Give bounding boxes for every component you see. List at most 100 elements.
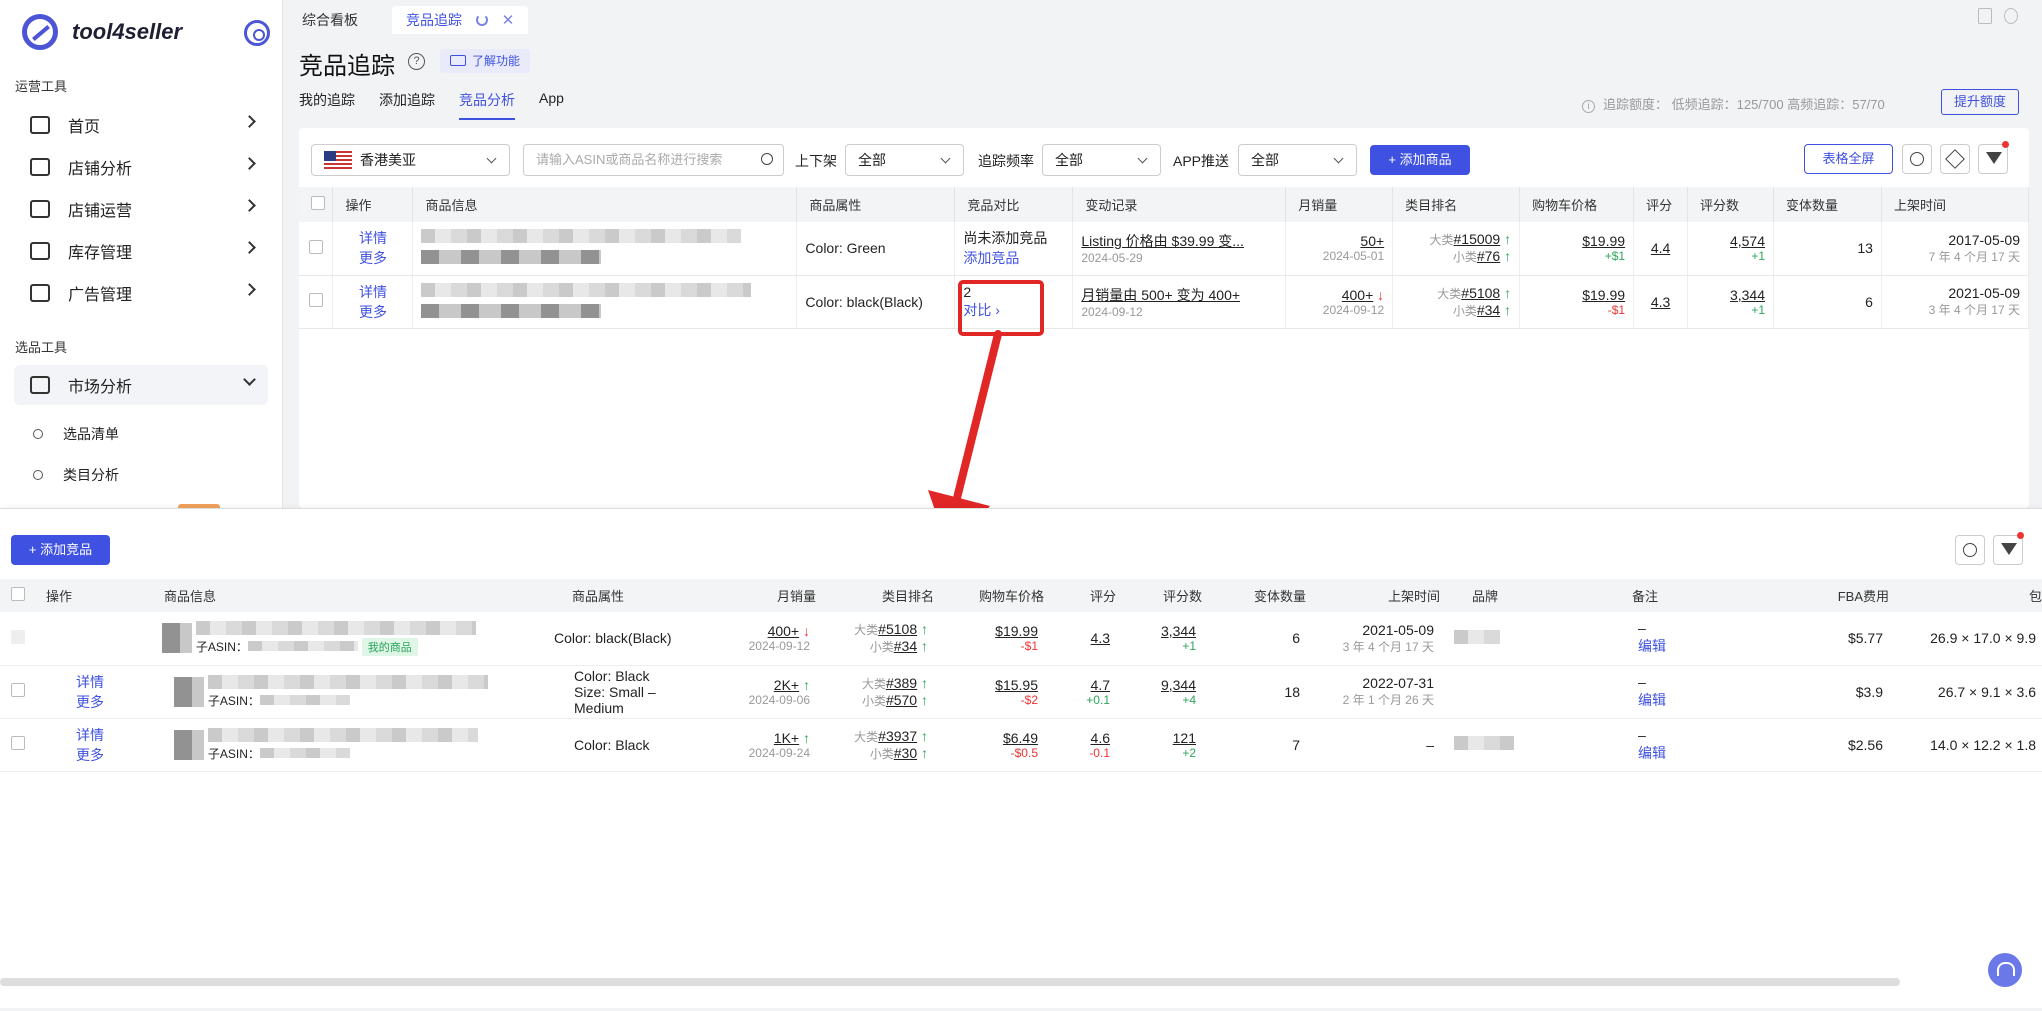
header-cell[interactable]: 上架时间 (1306, 579, 1440, 612)
price-value[interactable]: $19.99 (1528, 287, 1625, 303)
tab-my-tracking[interactable]: 我的追踪 (299, 90, 355, 120)
rank-big[interactable]: #3937 (878, 728, 917, 744)
sales-value[interactable]: 400+ (768, 623, 800, 639)
detail-link[interactable]: 详情 (341, 228, 404, 248)
select-all-checkbox[interactable] (311, 196, 325, 210)
sidebar-sub-item-selection-list[interactable]: 选品清单 (33, 424, 119, 444)
rank-small[interactable]: #34 (894, 638, 917, 654)
sidebar-sub-item-category-analysis[interactable]: 类目分析 (33, 465, 119, 485)
edit-note-link[interactable]: 编辑 (1602, 636, 1750, 656)
sidebar-item-store-analysis[interactable]: 店铺分析 (14, 147, 268, 187)
row-checkbox[interactable] (11, 683, 25, 697)
sidebar-item-market[interactable]: 市场分析 (14, 365, 268, 405)
change-link[interactable]: Listing 价格由 $39.99 变... (1081, 231, 1277, 251)
gear-icon[interactable] (244, 20, 270, 46)
rank-big[interactable]: #5108 (878, 621, 917, 637)
header-cell[interactable]: 类目排名 (816, 579, 934, 612)
edit-note-link[interactable]: 编辑 (1602, 743, 1750, 763)
panel-filter-button[interactable] (1993, 535, 2023, 565)
reviews-value[interactable]: 121 (1122, 730, 1196, 746)
reviews-value[interactable]: 3,344 (1122, 623, 1196, 639)
table-fullscreen-button[interactable]: 表格全屏 (1804, 144, 1893, 174)
frequency-select[interactable]: 全部 (1042, 144, 1161, 176)
sales-value[interactable]: 400+ (1342, 287, 1374, 303)
rank-small[interactable]: #570 (886, 692, 917, 708)
trash-icon[interactable] (1978, 8, 1992, 24)
raise-quota-button[interactable]: 提升额度 (1941, 89, 2019, 115)
rank-big[interactable]: #15009 (1454, 231, 1501, 247)
header-cell[interactable]: 评分 (1633, 187, 1689, 222)
detail-link[interactable]: 详情 (76, 672, 110, 692)
more-dropdown[interactable]: 更多 (341, 248, 404, 268)
rank-small[interactable]: #30 (894, 745, 917, 761)
clock-icon[interactable] (2004, 8, 2018, 24)
tab-add-tracking[interactable]: 添加追踪 (379, 90, 435, 120)
tab-competitor-tracking[interactable]: 竞品追踪 ✕ (392, 6, 529, 35)
more-dropdown[interactable]: 更多 (76, 692, 110, 712)
rating-value[interactable]: 4.4 (1651, 240, 1670, 256)
reviews-value[interactable]: 3,344 (1696, 287, 1765, 303)
listing-select[interactable]: 全部 (845, 144, 964, 176)
header-cell[interactable]: 评分数 (1116, 579, 1202, 612)
search-input[interactable]: 请输入ASIN或商品名称进行搜索 (523, 144, 784, 176)
filter-button[interactable] (1978, 144, 2008, 174)
panel-refresh-button[interactable] (1955, 535, 1985, 565)
freeze-button[interactable] (1940, 144, 1970, 174)
detail-link[interactable]: 详情 (76, 725, 110, 745)
rank-big[interactable]: #389 (886, 675, 917, 691)
sales-value[interactable]: 1K+ (774, 730, 799, 746)
tab-app[interactable]: App (539, 90, 564, 120)
header-cell[interactable]: 评分 (1044, 579, 1116, 612)
sales-value[interactable]: 50+ (1294, 233, 1384, 249)
more-dropdown[interactable]: 更多 (341, 302, 404, 322)
sidebar-item-home[interactable]: 首页 (14, 105, 268, 145)
price-value[interactable]: $15.95 (940, 677, 1038, 693)
tab-competitor-analysis[interactable]: 竞品分析 (459, 90, 515, 120)
add-competitor-button[interactable]: + 添加竞品 (11, 535, 110, 565)
add-competitor-link[interactable]: 添加竞品 (963, 248, 1064, 268)
row-checkbox[interactable] (308, 293, 323, 307)
rating-value[interactable]: 4.3 (1651, 294, 1670, 310)
row-checkbox[interactable] (308, 239, 323, 254)
rating-value[interactable]: 4.3 (1050, 630, 1110, 646)
sidebar-item-store-ops[interactable]: 店铺运营 (14, 189, 268, 229)
header-cell[interactable]: 购物车价格 (934, 579, 1044, 612)
help-icon[interactable]: ? (408, 53, 425, 70)
row-checkbox[interactable] (11, 736, 25, 750)
rank-big[interactable]: #5108 (1461, 285, 1500, 301)
change-link[interactable]: 月销量由 500+ 变为 400+ (1081, 285, 1277, 305)
tab-dashboard[interactable]: 综合看板 (288, 6, 372, 34)
price-value[interactable]: $6.49 (940, 730, 1038, 746)
rank-small[interactable]: #34 (1477, 302, 1500, 318)
app-push-select[interactable]: 全部 (1238, 144, 1357, 176)
header-cell[interactable]: 月销量 (1285, 187, 1394, 222)
reviews-value[interactable]: 9,344 (1122, 677, 1196, 693)
header-cell[interactable]: 变体数量 (1202, 579, 1306, 612)
reviews-value[interactable]: 4,574 (1696, 233, 1765, 249)
detail-link[interactable]: 详情 (341, 282, 404, 302)
horizontal-scrollbar[interactable] (0, 978, 1900, 986)
header-cell[interactable]: 上架时间 (1881, 187, 2030, 222)
refresh-icon[interactable] (475, 14, 488, 26)
header-cell[interactable]: 评分数 (1687, 187, 1775, 222)
select-all-checkbox[interactable] (11, 587, 25, 601)
add-product-button[interactable]: + 添加商品 (1370, 145, 1470, 175)
customer-support-icon[interactable] (1988, 953, 2022, 987)
edit-note-link[interactable]: 编辑 (1602, 690, 1750, 710)
more-dropdown[interactable]: 更多 (76, 745, 110, 765)
rank-small[interactable]: #76 (1477, 248, 1500, 264)
logo[interactable]: tool4seller (22, 14, 182, 50)
header-cell[interactable]: 类目排名 (1392, 187, 1521, 222)
header-cell[interactable]: 购物车价格 (1519, 187, 1635, 222)
rating-value[interactable]: 4.7 (1050, 677, 1110, 693)
sales-value[interactable]: 2K+ (774, 677, 799, 693)
sidebar-item-ads[interactable]: 广告管理 (14, 273, 268, 313)
price-value[interactable]: $19.99 (940, 623, 1038, 639)
rating-value[interactable]: 4.6 (1050, 730, 1110, 746)
price-value[interactable]: $19.99 (1528, 233, 1625, 249)
close-icon[interactable]: ✕ (502, 7, 515, 35)
refresh-button[interactable] (1902, 144, 1932, 174)
header-cell[interactable]: 月销量 (708, 579, 816, 612)
header-cell[interactable]: FBA费用 (1756, 579, 1889, 612)
marketplace-select[interactable]: 香港美亚 (311, 144, 510, 176)
